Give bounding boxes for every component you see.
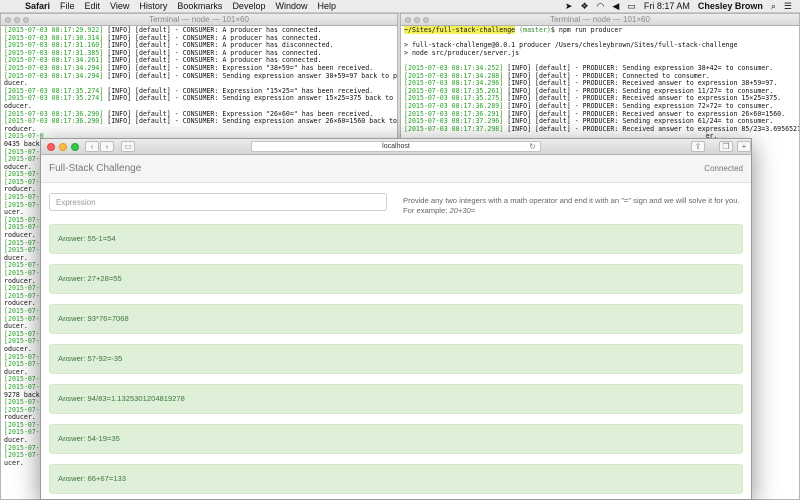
user-name[interactable]: Chesley Brown — [694, 0, 767, 13]
prompt-path: ~/Sites/full-stack-challenge — [404, 26, 516, 34]
show-tabs-button[interactable]: ❐ — [719, 141, 733, 152]
app-header: Full-Stack Challenge Connected — [41, 155, 751, 183]
terminal-line: [2015-07-03 08:17:35.274] [INFO] [defaul… — [4, 95, 394, 103]
clock[interactable]: Fri 8:17 AM — [640, 0, 694, 13]
prompt-branch: (master) — [519, 26, 551, 34]
help-example: 20+30= — [449, 206, 476, 215]
log-message: > node src/producer/server.js — [404, 48, 520, 57]
answer-item: Answer: 55-1=54 — [49, 224, 743, 254]
forward-button[interactable]: › — [100, 141, 114, 152]
browser-toolbar: ‹ › ▭ localhost ↻ ⇪ ❐ + — [41, 139, 751, 155]
window-controls — [47, 143, 79, 151]
menu-file[interactable]: File — [55, 0, 80, 13]
log-message: [INFO] [default] - CONSUMER: Sending exp… — [103, 94, 397, 103]
dropbox-icon[interactable]: ❖ — [576, 0, 592, 13]
terminal-title: Terminal — node — 101×60 — [550, 15, 650, 24]
safari-window[interactable]: ‹ › ▭ localhost ↻ ⇪ ❐ + Full-Stack Chall… — [40, 138, 752, 500]
minimize-window-button[interactable] — [59, 143, 67, 151]
log-message: ucer. — [4, 458, 24, 467]
menu-bookmarks[interactable]: Bookmarks — [172, 0, 227, 13]
spotlight-search-icon[interactable]: ⌕ — [767, 0, 780, 13]
reload-icon[interactable]: ↻ — [529, 142, 536, 152]
location-icon[interactable]: ➤ — [561, 0, 577, 13]
prompt-command: $ npm run producer — [550, 26, 623, 34]
close-window-button[interactable] — [47, 143, 55, 151]
answer-item: Answer: 54-19=35 — [49, 424, 743, 454]
terminal-line: > node src/producer/server.js — [404, 48, 796, 58]
log-message: [INFO] [default] - CONSUMER: Sending exp… — [103, 71, 397, 80]
terminal-title-bar[interactable]: Terminal — node — 101×60 — [401, 14, 799, 26]
answer-item: Answer: 27+28=55 — [49, 264, 743, 294]
answer-item: Answer: 57-92=-35 — [49, 344, 743, 374]
window-controls[interactable] — [405, 17, 429, 23]
expression-form: Provide any two integers with a math ope… — [49, 193, 743, 216]
terminal-title: Terminal — node — 101×60 — [149, 15, 249, 24]
share-button[interactable]: ⇪ — [691, 141, 705, 152]
sidebar-toggle-button[interactable]: ▭ — [121, 141, 135, 152]
menu-edit[interactable]: Edit — [80, 0, 106, 13]
menu-bar: Safari File Edit View History Bookmarks … — [0, 0, 800, 13]
volume-icon[interactable]: ◀ — [608, 0, 623, 13]
menu-app-name[interactable]: Safari — [20, 0, 55, 13]
menu-develop[interactable]: Develop — [227, 0, 270, 13]
menu-history[interactable]: History — [134, 0, 172, 13]
window-controls[interactable] — [5, 17, 29, 23]
log-message: [INFO] [default] - CONSUMER: Sending exp… — [103, 117, 397, 126]
help-text: Provide any two integers with a math ope… — [403, 193, 743, 216]
app-title: Full-Stack Challenge — [49, 163, 142, 174]
terminal-title-bar[interactable]: Terminal — node — 101×60 — [1, 14, 397, 26]
answers-list: Answer: 55-1=54 Answer: 27+28=55 Answer:… — [49, 224, 743, 494]
notification-center-icon[interactable]: ☰ — [780, 0, 796, 13]
connection-status: Connected — [704, 164, 743, 173]
expression-input[interactable] — [49, 193, 387, 211]
menu-help[interactable]: Help — [312, 0, 341, 13]
answer-item: Answer: 66+67=133 — [49, 464, 743, 494]
back-button[interactable]: ‹ — [85, 141, 99, 152]
answer-item: Answer: 93*76=7068 — [49, 304, 743, 334]
menu-view[interactable]: View — [105, 0, 134, 13]
status-area: ➤ ❖ ◠ ◀ ▭ Fri 8:17 AM Chesley Brown ⌕ ☰ — [561, 0, 800, 13]
address-bar[interactable]: localhost ↻ — [251, 141, 541, 152]
answer-item: Answer: 94/83=1.1325301204819278 — [49, 384, 743, 414]
terminal-line: [2015-07-03 08:17:36.290] [INFO] [defaul… — [4, 117, 397, 126]
prompt-line: ~/Sites/full-stack-challenge (master)$ n… — [404, 26, 622, 34]
terminal-line: [2015-07-03 08:17:34.294] [INFO] [defaul… — [4, 71, 397, 81]
zoom-window-button[interactable] — [71, 143, 79, 151]
wifi-icon[interactable]: ◠ — [593, 0, 609, 13]
battery-icon[interactable]: ▭ — [623, 0, 640, 13]
new-tab-button[interactable]: + — [737, 141, 751, 152]
terminal-line: roducer. — [4, 125, 394, 134]
navigation-buttons: ‹ › — [85, 141, 114, 152]
menu-window[interactable]: Window — [270, 0, 312, 13]
main-content: Provide any two integers with a math ope… — [41, 183, 751, 494]
url-text: localhost — [382, 143, 410, 150]
